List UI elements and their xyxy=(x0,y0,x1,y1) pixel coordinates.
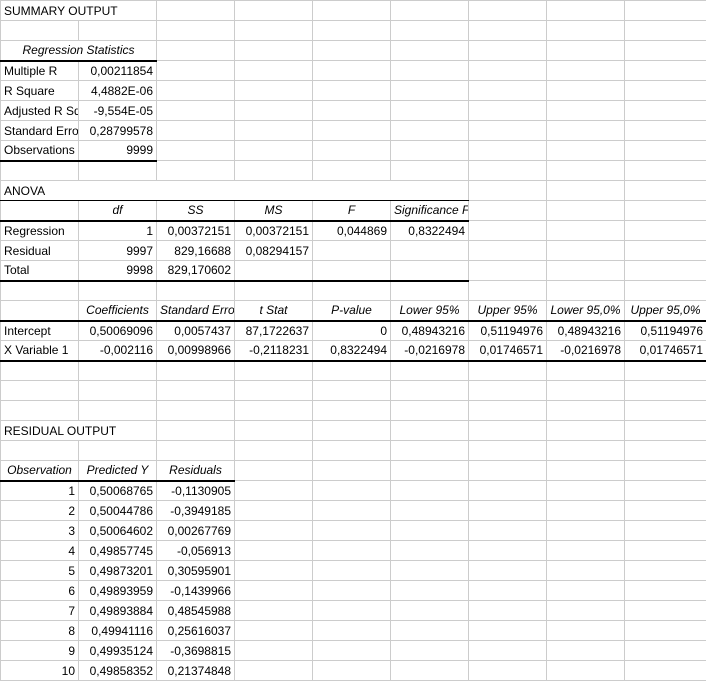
anova-row-label: Total xyxy=(1,261,79,281)
regstat-value: 0,00211854 xyxy=(79,61,157,81)
resid-obs: 8 xyxy=(1,621,79,641)
coef-header: P-value xyxy=(313,301,391,321)
resid-r: -0,1439966 xyxy=(157,581,235,601)
regression-statistics-header: Regression Statistics xyxy=(1,41,157,61)
resid-r: 0,00267769 xyxy=(157,521,235,541)
anova-row-label: Regression xyxy=(1,221,79,241)
coef-header: Upper 95,0% xyxy=(625,301,706,321)
coef-cell: 0,01746571 xyxy=(625,341,706,361)
coef-cell: 0,48943216 xyxy=(547,321,625,341)
resid-header: Observation xyxy=(1,461,79,481)
summary-output-title: SUMMARY OUTPUT xyxy=(1,1,157,21)
resid-py: 0,49873201 xyxy=(79,561,157,581)
resid-obs: 3 xyxy=(1,521,79,541)
resid-header: Predicted Y xyxy=(79,461,157,481)
anova-cell xyxy=(391,261,469,281)
resid-r: -0,3698815 xyxy=(157,641,235,661)
resid-r: -0,056913 xyxy=(157,541,235,561)
regstat-label: Multiple R xyxy=(1,61,79,81)
resid-header: Residuals xyxy=(157,461,235,481)
anova-header: SS xyxy=(157,201,235,221)
resid-py: 0,49893884 xyxy=(79,601,157,621)
anova-cell: 0,8322494 xyxy=(391,221,469,241)
resid-r: 0,21374848 xyxy=(157,661,235,681)
resid-r: -0,3949185 xyxy=(157,501,235,521)
regstat-value: -9,554E-05 xyxy=(79,101,157,121)
coef-cell: 0,51194976 xyxy=(469,321,547,341)
coef-cell: 0,50069096 xyxy=(79,321,157,341)
coef-cell: 0,0057437 xyxy=(157,321,235,341)
resid-r: 0,48545988 xyxy=(157,601,235,621)
regstat-label: Standard Error xyxy=(1,121,79,141)
resid-py: 0,49893959 xyxy=(79,581,157,601)
anova-cell: 0,00372151 xyxy=(157,221,235,241)
anova-cell xyxy=(235,261,313,281)
coef-cell: -0,0216978 xyxy=(391,341,469,361)
resid-obs: 9 xyxy=(1,641,79,661)
resid-py: 0,49941116 xyxy=(79,621,157,641)
coef-cell: 0,51194976 xyxy=(625,321,706,341)
anova-cell xyxy=(313,261,391,281)
coef-header: Coefficients xyxy=(79,301,157,321)
coef-cell: 0,48943216 xyxy=(391,321,469,341)
coef-header: Lower 95,0% xyxy=(547,301,625,321)
resid-py: 0,50064602 xyxy=(79,521,157,541)
coef-row-label: Intercept xyxy=(1,321,79,341)
resid-obs: 2 xyxy=(1,501,79,521)
anova-header: MS xyxy=(235,201,313,221)
anova-cell: 9998 xyxy=(79,261,157,281)
coef-cell: 87,1722637 xyxy=(235,321,313,341)
coef-cell: -0,0216978 xyxy=(547,341,625,361)
anova-cell: 0,08294157 xyxy=(235,241,313,261)
resid-r: -0,1130905 xyxy=(157,481,235,501)
spreadsheet: SUMMARY OUTPUT Regression Statistics Mul… xyxy=(0,0,706,681)
anova-row-label: Residual xyxy=(1,241,79,261)
anova-header: F xyxy=(313,201,391,221)
resid-obs: 1 xyxy=(1,481,79,501)
resid-obs: 5 xyxy=(1,561,79,581)
regstat-value: 4,4882E-06 xyxy=(79,81,157,101)
coef-cell: -0,002116 xyxy=(79,341,157,361)
resid-obs: 10 xyxy=(1,661,79,681)
coef-header: Upper 95% xyxy=(469,301,547,321)
anova-cell: 0,00372151 xyxy=(235,221,313,241)
anova-cell: 0,044869 xyxy=(313,221,391,241)
coef-cell: 0,00998966 xyxy=(157,341,235,361)
residual-output-title: RESIDUAL OUTPUT xyxy=(1,421,157,441)
anova-header: Significance F xyxy=(391,201,469,221)
coef-cell: -0,2118231 xyxy=(235,341,313,361)
regstat-value: 0,28799578 xyxy=(79,121,157,141)
coef-header: Lower 95% xyxy=(391,301,469,321)
anova-title: ANOVA xyxy=(1,181,469,201)
resid-py: 0,50068765 xyxy=(79,481,157,501)
anova-cell xyxy=(313,241,391,261)
anova-header: df xyxy=(79,201,157,221)
anova-cell: 829,170602 xyxy=(157,261,235,281)
coef-cell: 0 xyxy=(313,321,391,341)
coef-cell: 0,01746571 xyxy=(469,341,547,361)
resid-py: 0,49935124 xyxy=(79,641,157,661)
resid-obs: 6 xyxy=(1,581,79,601)
anova-cell: 829,16688 xyxy=(157,241,235,261)
anova-cell: 1 xyxy=(79,221,157,241)
regstat-value: 9999 xyxy=(79,141,157,161)
resid-r: 0,25616037 xyxy=(157,621,235,641)
coef-header: Standard Error xyxy=(157,301,235,321)
coef-header: t Stat xyxy=(235,301,313,321)
regstat-label: Observations xyxy=(1,141,79,161)
resid-py: 0,49857745 xyxy=(79,541,157,561)
anova-cell xyxy=(391,241,469,261)
coef-cell: 0,8322494 xyxy=(313,341,391,361)
resid-py: 0,50044786 xyxy=(79,501,157,521)
regstat-label: R Square xyxy=(1,81,79,101)
coef-row-label: X Variable 1 xyxy=(1,341,79,361)
anova-cell: 9997 xyxy=(79,241,157,261)
resid-py: 0,49858352 xyxy=(79,661,157,681)
resid-obs: 7 xyxy=(1,601,79,621)
regstat-label: Adjusted R Square xyxy=(1,101,79,121)
resid-obs: 4 xyxy=(1,541,79,561)
resid-r: 0,30595901 xyxy=(157,561,235,581)
